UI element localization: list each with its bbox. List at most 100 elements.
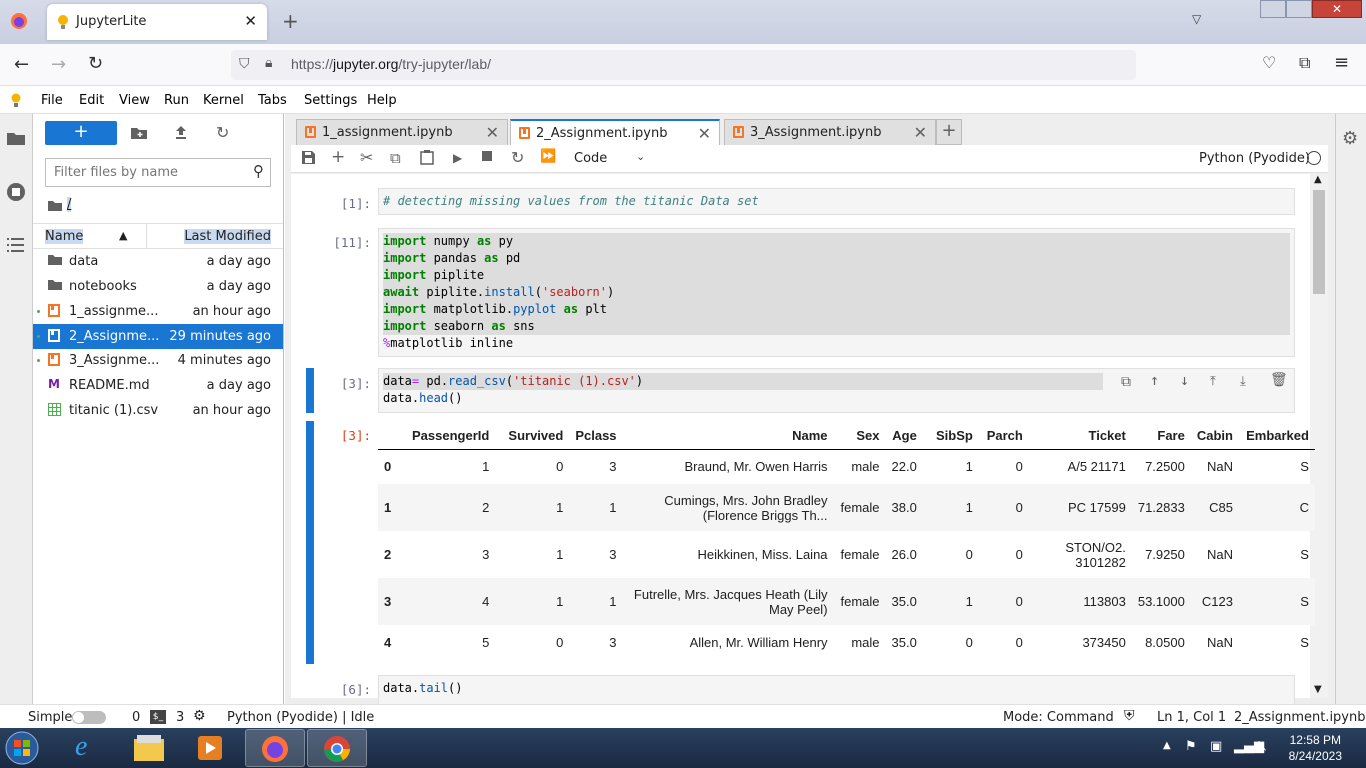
file-item-1-assignment[interactable]: 1_assignme... an hour ago — [33, 299, 283, 324]
start-button[interactable] — [4, 730, 46, 766]
tab-3-assignment[interactable]: 3_Assignment.ipynb ✕ — [724, 119, 936, 145]
stop-icon[interactable] — [482, 151, 492, 161]
scroll-down-icon[interactable]: ▼ — [1314, 684, 1322, 695]
volume-muted-icon[interactable]: 🔇︎ — [1258, 738, 1267, 754]
back-icon[interactable]: ← — [14, 54, 29, 75]
restart-run-all-icon[interactable]: ⏩ — [540, 149, 556, 164]
add-tab-button[interactable]: + — [936, 119, 962, 145]
tab-1-assignment[interactable]: 1_assignment.ipynb ✕ — [296, 119, 508, 145]
restart-icon[interactable]: ↻ — [511, 148, 524, 167]
forward-icon[interactable]: → — [51, 54, 66, 75]
menu-help[interactable]: Help — [367, 93, 397, 108]
chrome-taskbar-icon[interactable] — [307, 729, 367, 767]
file-item-titanic-csv[interactable]: titanic (1).csv an hour ago — [33, 398, 283, 423]
filter-files-input[interactable] — [54, 159, 244, 185]
file-item-2-assignment[interactable]: 2_Assignme... 29 minutes ago — [33, 324, 283, 349]
file-item-3-assignment[interactable]: 3_Assignme... 4 minutes ago — [33, 348, 283, 373]
code-cell-2[interactable]: import numpy as py import pandas as pd i… — [378, 228, 1295, 357]
property-inspector-icon[interactable]: ⚙ — [1342, 128, 1358, 149]
show-hidden-icons-icon[interactable]: ▲ — [1163, 740, 1171, 751]
code-cell-3[interactable]: data= pd.read_csv('titanic (1).csv') dat… — [378, 368, 1295, 413]
new-launcher-button[interactable]: + — [45, 121, 117, 145]
shield-icon[interactable]: ⛉ — [239, 56, 250, 72]
delete-cell-icon[interactable]: 🗑︎ — [1270, 372, 1288, 389]
move-down-icon[interactable]: ↓ — [1180, 372, 1189, 389]
extensions-icon[interactable]: ⧉ — [1299, 53, 1310, 73]
security-icon[interactable]: ⛨ — [1124, 708, 1135, 724]
kernel-name[interactable]: Python (Pyodide) — [1199, 151, 1310, 166]
system-clock[interactable]: 12:58 PM 8/24/2023 — [1289, 732, 1342, 764]
minimize-button[interactable] — [1260, 0, 1286, 18]
app-menu-icon[interactable]: ≡ — [1334, 52, 1349, 73]
menu-run[interactable]: Run — [164, 93, 189, 108]
browser-tab[interactable]: JupyterLite ✕ — [47, 4, 267, 40]
upload-icon[interactable] — [174, 125, 188, 139]
save-icon[interactable] — [302, 151, 315, 164]
move-up-icon[interactable]: ↑ — [1150, 372, 1159, 389]
internet-explorer-icon[interactable]: e — [60, 729, 120, 767]
close-icon[interactable]: ✕ — [914, 123, 927, 142]
filter-files-field[interactable]: ⚲ — [45, 158, 271, 187]
paste-icon[interactable] — [420, 150, 434, 165]
cut-icon[interactable]: ✂ — [360, 148, 373, 167]
folder-icon[interactable] — [7, 131, 25, 145]
file-explorer-icon[interactable] — [120, 729, 180, 767]
tab-2-assignment[interactable]: 2_Assignment.ipynb ✕ — [510, 119, 720, 146]
copy-icon[interactable]: ⧉ — [390, 149, 401, 167]
menu-edit[interactable]: Edit — [79, 93, 104, 108]
close-window-button[interactable]: ✕ — [1312, 0, 1362, 18]
code-editor[interactable]: import numpy as py import pandas as pd i… — [383, 233, 1290, 335]
terminal-icon[interactable]: $_ — [150, 710, 166, 724]
lock-icon[interactable]: 🔒︎ — [265, 55, 272, 71]
reload-icon[interactable]: ↻ — [88, 53, 103, 74]
code-cell-4[interactable]: data.tail() — [378, 675, 1295, 705]
insert-below-icon[interactable]: ⤓ — [1240, 373, 1246, 390]
cell-type-select[interactable]: Code — [574, 151, 607, 166]
menu-kernel[interactable]: Kernel — [203, 93, 244, 108]
kernel-status-text[interactable]: Python (Pyodide) | Idle — [227, 710, 374, 725]
new-folder-icon[interactable] — [131, 126, 147, 139]
run-icon[interactable]: ▶ — [453, 151, 462, 165]
file-item-notebooks[interactable]: notebooks a day ago — [33, 274, 283, 299]
kernel-gear-icon[interactable]: ⚙ — [193, 708, 206, 724]
name-column-header[interactable]: Name — [45, 229, 84, 244]
output-collapse-bar[interactable] — [306, 421, 314, 664]
duplicate-cell-icon[interactable]: ⧉ — [1121, 374, 1131, 391]
modified-column-header[interactable]: Last Modified — [184, 229, 271, 244]
url-bar[interactable]: ⛉ 🔒︎ https://jupyter.org/try-jupyter/lab… — [231, 50, 1136, 80]
breadcrumb-root[interactable]: / — [67, 197, 72, 212]
simple-mode-toggle[interactable] — [72, 711, 106, 724]
menu-tabs[interactable]: Tabs — [258, 93, 287, 108]
column-header: Parch — [978, 422, 1029, 450]
menu-view[interactable]: View — [119, 93, 150, 108]
menu-settings[interactable]: Settings — [304, 93, 357, 108]
refresh-icon[interactable]: ↻ — [216, 123, 229, 142]
firefox-taskbar-icon[interactable] — [245, 729, 305, 767]
table-of-contents-icon[interactable] — [7, 238, 24, 252]
scroll-up-icon[interactable]: ▲ — [1314, 174, 1322, 185]
list-tabs-icon[interactable]: ▽ — [1192, 12, 1201, 26]
close-tab-icon[interactable]: ✕ — [244, 12, 257, 30]
url-text[interactable]: https://jupyter.org/try-jupyter/lab/ — [291, 56, 491, 72]
file-item-readme[interactable]: M README.md a day ago — [33, 373, 283, 398]
close-icon[interactable]: ✕ — [698, 124, 711, 143]
restore-button[interactable] — [1286, 0, 1312, 18]
insert-cell-icon[interactable]: + — [331, 147, 345, 167]
insert-above-icon[interactable]: ⤒ — [1210, 373, 1216, 390]
pocket-icon[interactable]: ♡ — [1262, 53, 1276, 72]
table-row: 1 2 1 1 Cumings, Mrs. John Bradley (Florence… — [378, 484, 1315, 531]
close-icon[interactable]: ✕ — [486, 123, 499, 142]
media-player-icon[interactable] — [180, 729, 240, 767]
firefox-menu-icon[interactable] — [10, 12, 28, 30]
device-icon[interactable]: ▣ — [1210, 739, 1222, 754]
code-cell-1[interactable]: # detecting missing values from the tita… — [378, 188, 1295, 215]
new-tab-icon[interactable]: + — [282, 9, 299, 33]
running-icon[interactable] — [6, 182, 26, 202]
flag-icon[interactable]: ⚑ — [1185, 739, 1197, 754]
cursor-position[interactable]: Ln 1, Col 1 — [1157, 710, 1226, 725]
file-item-data[interactable]: data a day ago — [33, 249, 283, 274]
chevron-down-icon[interactable]: ⌄ — [636, 150, 645, 163]
scrollbar-thumb[interactable] — [1313, 190, 1325, 294]
breadcrumb-folder-icon[interactable] — [48, 200, 62, 211]
menu-file[interactable]: File — [41, 93, 63, 108]
